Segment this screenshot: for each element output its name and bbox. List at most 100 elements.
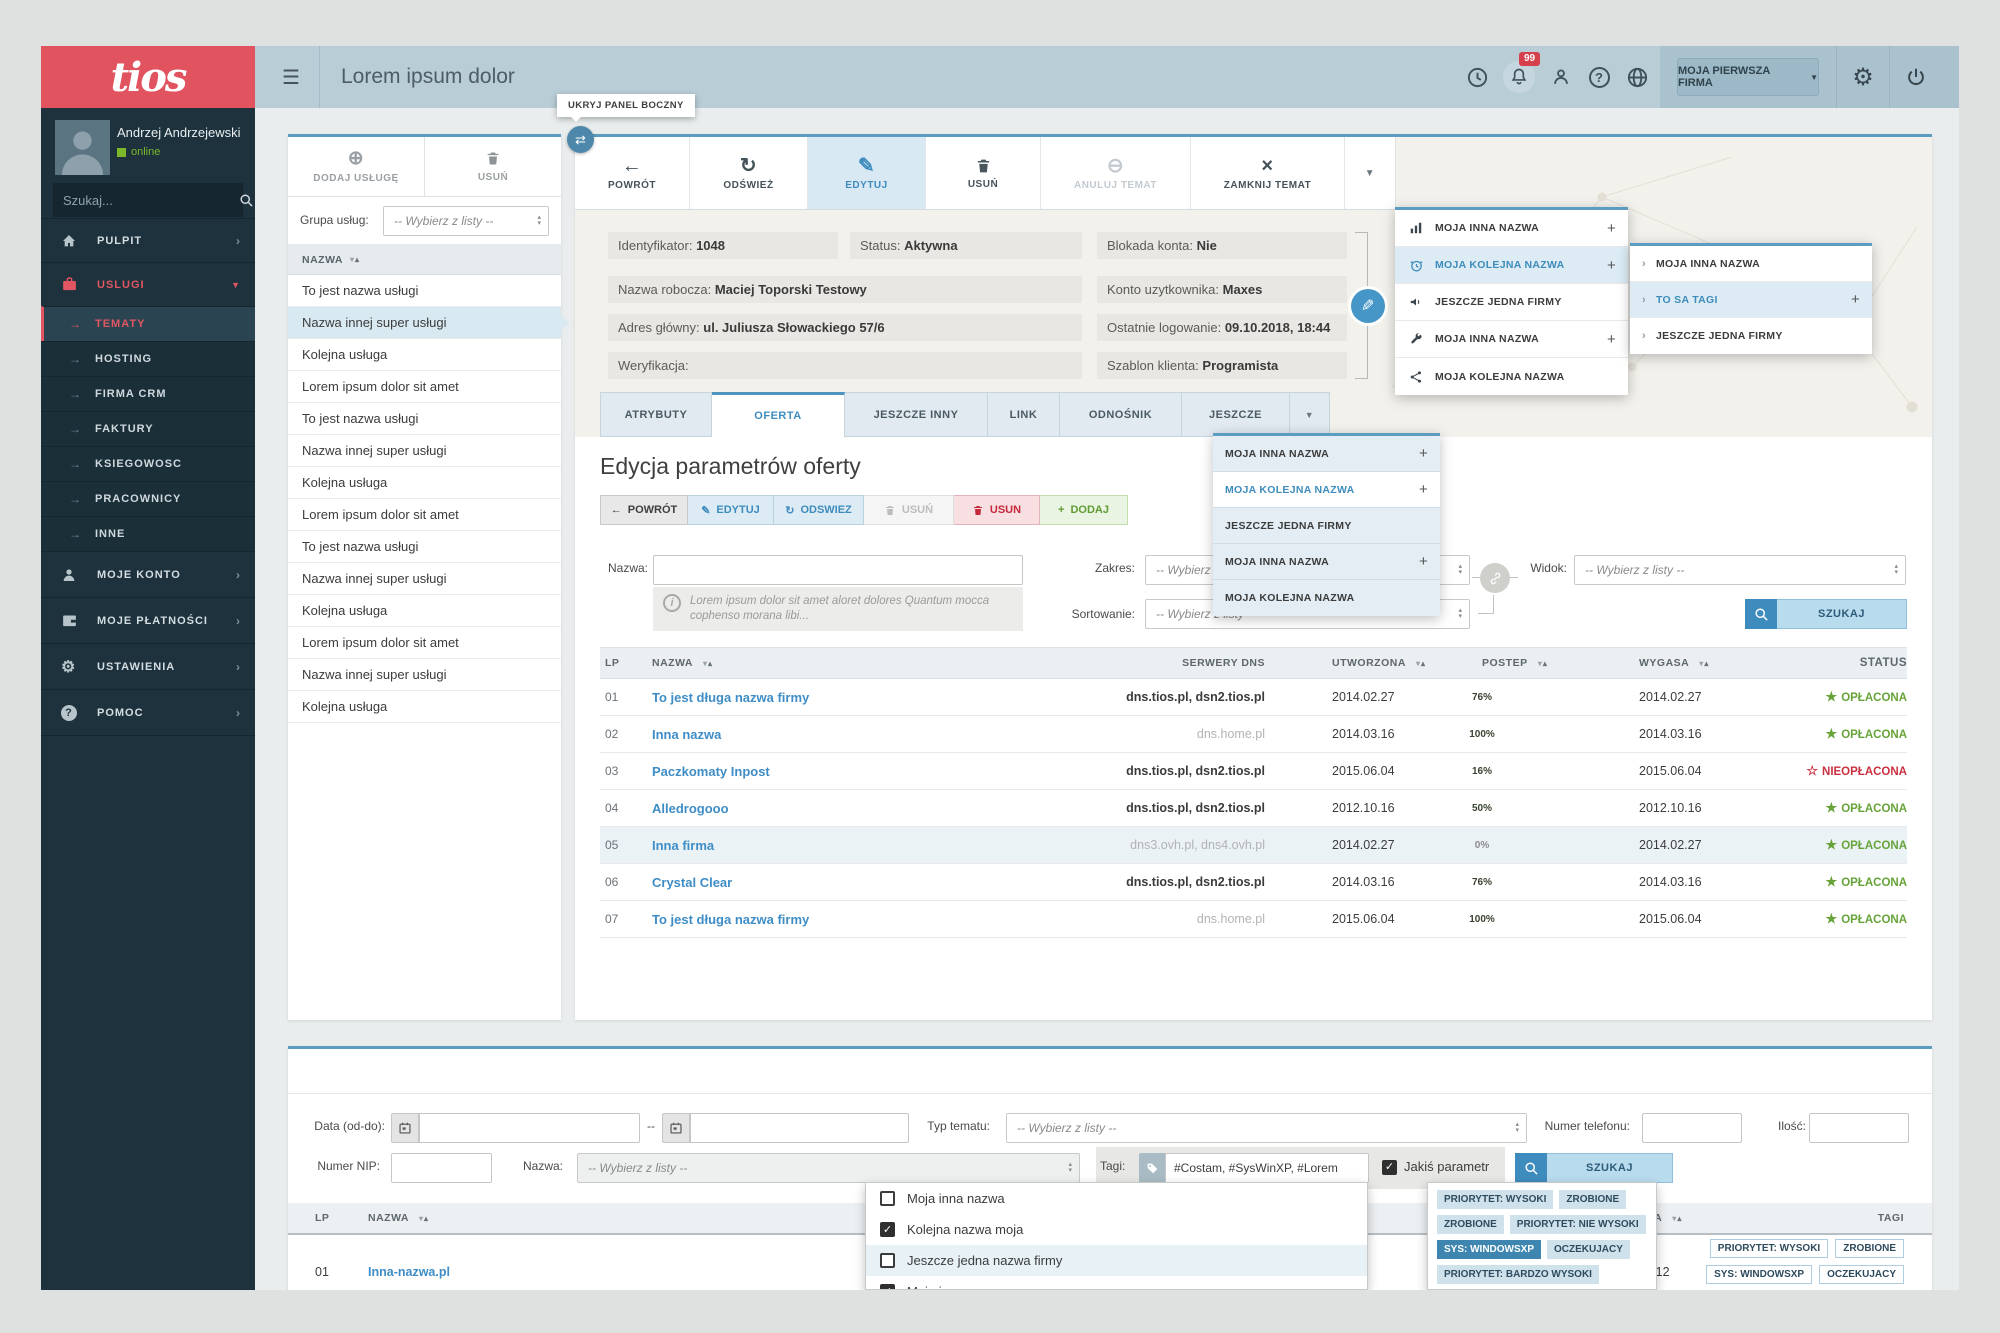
dropdown-option[interactable]: Moja inna nazwa xyxy=(866,1183,1367,1214)
bottom-name-select[interactable]: -- Wybierz z listy -- ▴▾ xyxy=(577,1153,1080,1183)
list-item[interactable]: To jest nazwa usługi xyxy=(288,403,561,435)
widok-select[interactable]: -- Wybierz z listy -- ▴▾ xyxy=(1574,555,1906,585)
col-header-lp[interactable]: LP xyxy=(315,1212,329,1224)
tag-option[interactable]: PRIORYTET: WYSOKI xyxy=(1437,1190,1553,1209)
tab-odnosnik[interactable]: ODNOŚNIK xyxy=(1060,392,1182,437)
sidebar-item-faktury[interactable]: →FAKTURY xyxy=(41,411,255,446)
close-topic-button[interactable]: ×ZAMKNIJ TEMAT xyxy=(1191,137,1345,209)
link-chain-icon[interactable] xyxy=(1480,563,1510,593)
sidebar-item-ustawienia[interactable]: ⚙ USTAWIENIA› xyxy=(41,643,255,689)
plus-icon[interactable]: + xyxy=(1607,331,1616,348)
table-row[interactable]: 03 Paczkomaty Inpost dns.tios.pl, dsn2.t… xyxy=(600,753,1907,790)
date-from-input[interactable] xyxy=(419,1113,640,1143)
qty-input[interactable] xyxy=(1809,1113,1909,1143)
sidebar-item-moje-konto[interactable]: MOJE KONTO› xyxy=(41,551,255,597)
sidebar-item-pulpit[interactable]: PULPIT› xyxy=(41,218,255,262)
list-item[interactable]: Kolejna usługa xyxy=(288,595,561,627)
phone-input[interactable] xyxy=(1642,1113,1742,1143)
menu-item-selected[interactable]: MOJA KOLEJNA NAZWA+ xyxy=(1395,247,1628,284)
menu-item[interactable]: › MOJA INNA NAZWA xyxy=(1630,246,1872,282)
logout-power-icon[interactable] xyxy=(1890,46,1942,108)
toolbar-more-button[interactable]: ▼ xyxy=(1345,137,1395,209)
sidebar-item-firma-crm[interactable]: →FIRMA CRM xyxy=(41,376,255,411)
tag-option-selected[interactable]: SYS: WINDOWSXP xyxy=(1437,1240,1541,1259)
refresh-button[interactable]: ↻ODŚWIEŻ xyxy=(690,137,808,209)
tag-option[interactable]: PRIORYTET: BARDZO WYSOKI xyxy=(1437,1265,1599,1284)
dropdown-option[interactable]: ✓Kolejna nazwa moja xyxy=(866,1214,1367,1245)
plus-icon[interactable]: + xyxy=(1607,220,1616,237)
tab-atrybuty[interactable]: ATRYBUTY xyxy=(600,392,712,437)
tags-input[interactable] xyxy=(1165,1153,1369,1183)
col-header-wygasa[interactable]: WYGASA ▾▴ xyxy=(1639,657,1789,669)
delete-service-button[interactable]: USUŃ xyxy=(424,137,561,196)
list-item[interactable]: Kolejna usługa xyxy=(288,467,561,499)
col-header-postep[interactable]: POSTEP ▾▴ xyxy=(1482,657,1639,669)
tag-option[interactable]: OCZEKUJACY xyxy=(1547,1240,1630,1259)
menu-hamburger-icon[interactable]: ☰ xyxy=(263,46,319,108)
menu-item[interactable]: MOJA INNA NAZWA+ xyxy=(1213,436,1440,472)
list-item-selected[interactable]: Nazwa innej super usługi xyxy=(288,307,561,339)
offer-back-button[interactable]: ←POWRÓT xyxy=(600,495,688,525)
notifications-bell-icon[interactable]: 99 xyxy=(1503,61,1535,93)
calendar-icon[interactable] xyxy=(391,1113,419,1143)
help-icon[interactable]: ? xyxy=(1587,65,1611,89)
offer-edit-button[interactable]: ✎EDYTUJ xyxy=(688,495,774,525)
table-row[interactable]: 07 To jest długa nazwa firmy dns.home.pl… xyxy=(600,901,1907,938)
search-icon[interactable] xyxy=(239,193,254,208)
user-icon[interactable] xyxy=(1549,65,1573,89)
sidebar-item-uslugi[interactable]: USLUGI▼ xyxy=(41,262,255,306)
group-select[interactable]: -- Wybierz z listy -- ▴▾ xyxy=(383,206,549,236)
tab-link[interactable]: LINK xyxy=(988,392,1060,437)
bottom-szukaj-button[interactable]: SZUKAJ xyxy=(1515,1153,1673,1183)
settings-gear-icon[interactable]: ⚙ xyxy=(1837,46,1889,108)
col-header-nazwa[interactable]: NAZWA ▾▴ xyxy=(368,1212,429,1224)
list-item[interactable]: To jest nazwa usługi xyxy=(288,531,561,563)
row-link[interactable]: Paczkomaty Inpost xyxy=(652,764,1025,779)
menu-item[interactable]: JESZCZE JEDNA FIRMY xyxy=(1213,508,1440,544)
checkbox-unchecked[interactable] xyxy=(880,1253,895,1268)
row-link[interactable]: Inna nazwa xyxy=(652,727,1025,742)
checkbox-checked[interactable]: ✓ xyxy=(880,1222,895,1237)
row-link[interactable]: To jest długa nazwa firmy xyxy=(652,912,1025,927)
menu-item-selected[interactable]: › TO SA TAGI+ xyxy=(1630,282,1872,318)
list-item[interactable]: Lorem ipsum dolor sit amet xyxy=(288,371,561,403)
menu-item-selected[interactable]: MOJA KOLEJNA NAZWA+ xyxy=(1213,472,1440,508)
list-item[interactable]: Nazwa innej super usługi xyxy=(288,435,561,467)
col-header-status[interactable]: STATUS xyxy=(1789,657,1907,669)
sidebar-item-moje-platnosci[interactable]: MOJE PŁATNOŚCI› xyxy=(41,597,255,643)
date-to-input[interactable] xyxy=(690,1113,909,1143)
offer-delete-disabled-button[interactable]: USUŃ xyxy=(864,495,954,525)
param-checkbox[interactable]: ✓ xyxy=(1382,1160,1397,1175)
delete-button[interactable]: USUŃ xyxy=(926,137,1041,209)
list-item[interactable]: Kolejna usługa xyxy=(288,691,561,723)
calendar-icon[interactable] xyxy=(662,1113,690,1143)
row-link[interactable]: Crystal Clear xyxy=(652,875,1025,890)
tab-jeszcze[interactable]: JESZCZE xyxy=(1182,392,1290,437)
menu-item[interactable]: MOJA KOLEJNA NAZWA xyxy=(1395,358,1628,395)
menu-item[interactable]: JESZCZE JEDNA FIRMY xyxy=(1395,284,1628,321)
company-switcher-button[interactable]: MOJA PIERWSZA FIRMA▼ xyxy=(1677,58,1819,96)
row-link[interactable]: Inna-nazwa.pl xyxy=(368,1265,450,1279)
plus-icon[interactable]: + xyxy=(1607,257,1616,274)
back-button[interactable]: ←POWRÓT xyxy=(575,137,690,209)
hide-sidepanel-toggle-button[interactable]: ⇄ xyxy=(567,126,594,153)
col-header-dns[interactable]: SERWERY DNS xyxy=(1025,657,1265,669)
col-header-utworzona[interactable]: UTWORZONA ▾▴ xyxy=(1265,657,1482,669)
cancel-topic-button[interactable]: ⊖ANULUJ TEMAT xyxy=(1041,137,1191,209)
table-row[interactable]: 02 Inna nazwa dns.home.pl 2014.03.16 100… xyxy=(600,716,1907,753)
edit-details-button[interactable]: ✎ xyxy=(1351,289,1385,323)
menu-item[interactable]: › JESZCZE JEDNA FIRMY xyxy=(1630,318,1872,354)
tag-option[interactable]: ZROBIONE xyxy=(1559,1190,1626,1209)
offer-add-button[interactable]: +DODAJ xyxy=(1040,495,1128,525)
menu-item[interactable]: MOJA INNA NAZWA+ xyxy=(1395,321,1628,358)
tag-icon[interactable] xyxy=(1139,1153,1165,1183)
tag-option[interactable]: ZROBIONE xyxy=(1437,1215,1504,1234)
tab-oferta[interactable]: OFERTA xyxy=(712,392,845,438)
row-link[interactable]: Alledrogooo xyxy=(652,801,1025,816)
list-item[interactable]: Nazwa innej super usługi xyxy=(288,563,561,595)
history-clock-icon[interactable] xyxy=(1465,65,1489,89)
plus-icon[interactable]: + xyxy=(1419,481,1428,498)
services-list-header[interactable]: NAZWA ▾▴ xyxy=(288,245,561,275)
col-header-nazwa[interactable]: NAZWA ▾▴ xyxy=(652,657,1025,669)
plus-icon[interactable]: + xyxy=(1851,291,1860,308)
